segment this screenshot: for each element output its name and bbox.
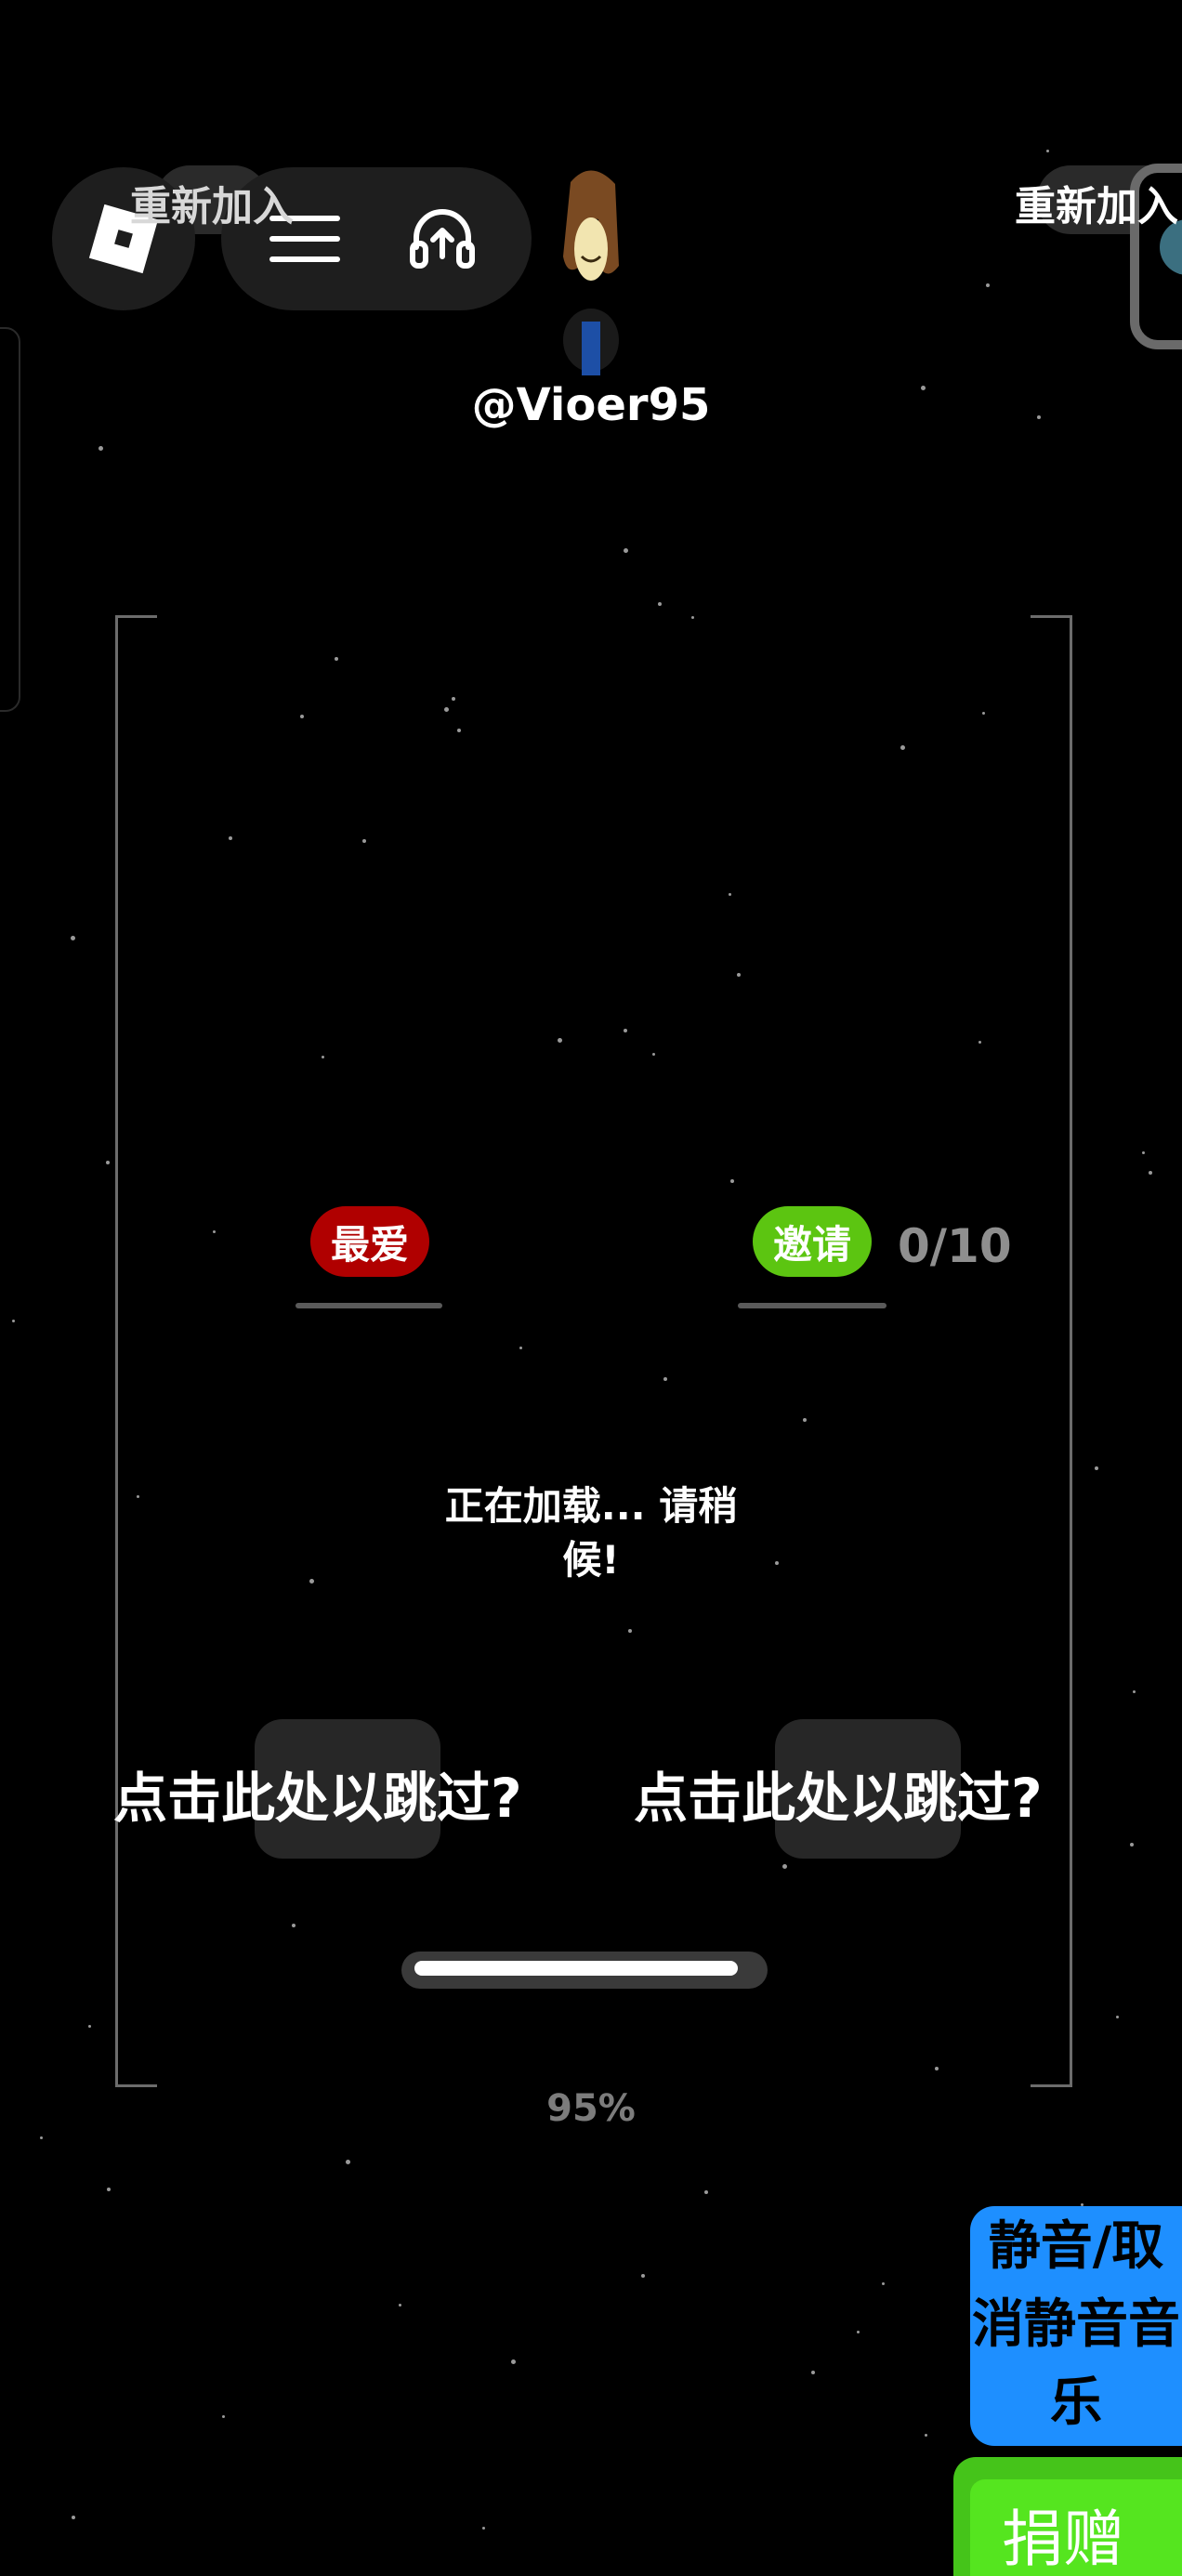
favorite-button[interactable]: 最爱 [310, 1206, 429, 1277]
star [398, 2303, 401, 2307]
star [221, 2414, 225, 2418]
progress-bar [401, 1952, 768, 1989]
favorite-label: 最爱 [330, 1221, 409, 1268]
invite-count: 0/10 [898, 1219, 1012, 1273]
star [87, 2024, 91, 2028]
mute-music-label: 静音/取消静音音乐 [972, 2216, 1180, 2433]
star [11, 1319, 15, 1322]
star [856, 2330, 860, 2333]
rejoin-label: 重新加入 [1015, 183, 1178, 230]
star [881, 2281, 885, 2285]
loading-screen: 重新加入 重新加入 @Vioer95 最爱 邀请 0/10 正在加载... 请稍… [0, 0, 1182, 2576]
star [1045, 149, 1049, 152]
star [510, 2359, 516, 2364]
rejoin-label: 重新加入 [130, 183, 294, 230]
star [1132, 1689, 1136, 1693]
player-username: @Vioer95 [471, 379, 711, 431]
loading-frame [115, 615, 1072, 2087]
donate-button[interactable]: 捐赠 [953, 2457, 1182, 2576]
star [481, 2526, 485, 2530]
star [345, 2159, 350, 2164]
loading-text: 正在加载... 请稍候! [444, 1483, 738, 1583]
star [98, 445, 103, 451]
star [70, 935, 75, 940]
mute-music-button[interactable]: 静音/取消静音音乐 [970, 2206, 1182, 2446]
star [1141, 1150, 1145, 1154]
invite-underline [738, 1303, 886, 1308]
star [704, 2190, 708, 2194]
star [1115, 2015, 1119, 2018]
progress-fill [414, 1961, 738, 1976]
star [1095, 1466, 1098, 1470]
star [39, 2136, 43, 2139]
star [1130, 1843, 1134, 1847]
avatar [563, 170, 619, 375]
star [106, 1161, 110, 1164]
donate-label: 捐赠 [1002, 2504, 1124, 2575]
headset-upload-icon[interactable] [407, 204, 478, 275]
skip-button-left[interactable]: 点击此处以跳过? [113, 1755, 522, 1833]
star [107, 2188, 111, 2191]
star [924, 2433, 927, 2437]
invite-button[interactable]: 邀请 [753, 1206, 872, 1277]
favorite-underline [296, 1303, 442, 1308]
star [986, 283, 990, 287]
star [641, 2274, 645, 2278]
star [811, 2371, 815, 2374]
invite-label: 邀请 [772, 1221, 851, 1268]
skip-button-right[interactable]: 点击此处以跳过? [634, 1755, 1043, 1833]
star [1149, 1171, 1152, 1175]
star [623, 547, 628, 553]
star [72, 2516, 75, 2519]
star [658, 602, 662, 606]
progress-percent: 95% [546, 2087, 636, 2130]
